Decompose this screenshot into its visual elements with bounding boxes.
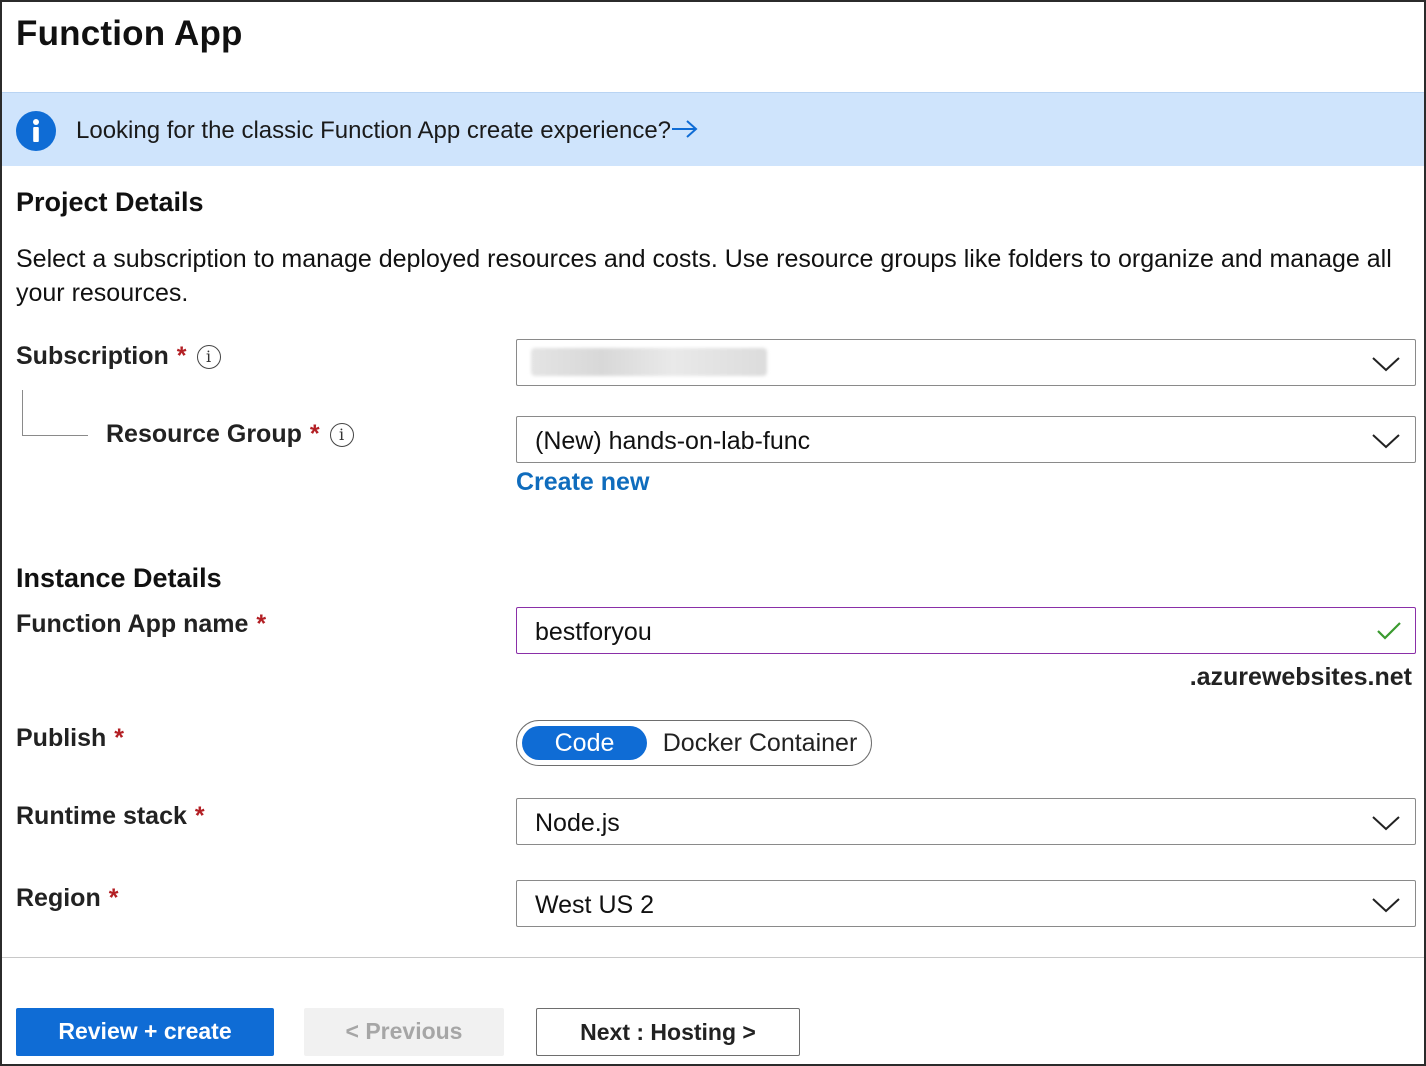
function-app-name-label: Function App name *	[16, 610, 266, 639]
function-app-name-input[interactable]: bestforyou	[516, 607, 1416, 654]
function-app-name-label-text: Function App name	[16, 610, 249, 638]
banner-text[interactable]: Looking for the classic Function App cre…	[76, 117, 671, 145]
info-icon	[16, 111, 56, 151]
footer-divider	[2, 957, 1424, 958]
runtime-stack-value: Node.js	[535, 809, 620, 837]
runtime-stack-label: Runtime stack *	[16, 802, 205, 831]
arrow-right-icon[interactable]	[670, 117, 700, 141]
redacted-subscription-value	[531, 348, 767, 376]
project-details-description: Select a subscription to manage deployed…	[16, 245, 1392, 307]
subscription-dropdown[interactable]	[516, 339, 1416, 386]
resource-group-value: (New) hands-on-lab-func	[535, 427, 811, 455]
publish-toggle[interactable]: Code Docker Container	[516, 720, 872, 766]
page-title: Function App	[16, 14, 243, 53]
function-app-create-panel: Function App Looking for the classic Fun…	[0, 0, 1426, 1066]
required-marker: *	[256, 610, 267, 638]
review-create-button[interactable]: Review + create	[16, 1008, 274, 1056]
checkmark-icon	[1375, 620, 1403, 642]
previous-button[interactable]: < Previous	[304, 1008, 504, 1056]
region-label-text: Region	[16, 884, 101, 912]
subscription-label: Subscription * i	[16, 342, 221, 371]
instance-details-heading: Instance Details	[16, 563, 222, 593]
chevron-down-icon	[1371, 354, 1401, 374]
info-tooltip-icon[interactable]: i	[196, 345, 221, 369]
region-label: Region *	[16, 884, 118, 913]
chevron-down-icon	[1371, 431, 1401, 451]
resource-group-label: Resource Group * i	[106, 420, 354, 449]
project-details-heading: Project Details	[16, 187, 204, 217]
domain-suffix: .azurewebsites.net	[1189, 663, 1412, 691]
publish-option-code[interactable]: Code	[522, 726, 647, 760]
region-value: West US 2	[535, 891, 655, 919]
required-marker: *	[114, 724, 125, 752]
function-app-name-value[interactable]: bestforyou	[535, 618, 652, 647]
required-marker: *	[176, 342, 187, 370]
subscription-label-text: Subscription	[16, 342, 169, 370]
chevron-down-icon	[1371, 813, 1401, 833]
required-marker: *	[309, 420, 320, 448]
runtime-stack-dropdown[interactable]: Node.js	[516, 798, 1416, 845]
required-marker: *	[194, 802, 205, 830]
hierarchy-connector	[22, 390, 88, 436]
resource-group-dropdown[interactable]: (New) hands-on-lab-func	[516, 416, 1416, 463]
region-dropdown[interactable]: West US 2	[516, 880, 1416, 927]
chevron-down-icon	[1371, 895, 1401, 915]
classic-experience-banner[interactable]: Looking for the classic Function App cre…	[2, 92, 1424, 166]
create-new-link[interactable]: Create new	[516, 468, 649, 497]
publish-label-text: Publish	[16, 724, 107, 752]
next-hosting-button[interactable]: Next : Hosting >	[536, 1008, 800, 1056]
publish-label: Publish *	[16, 724, 124, 753]
required-marker: *	[108, 884, 119, 912]
publish-option-docker-container[interactable]: Docker Container	[655, 726, 865, 760]
info-tooltip-icon[interactable]: i	[329, 423, 354, 447]
resource-group-label-text: Resource Group	[106, 420, 302, 448]
runtime-stack-label-text: Runtime stack	[16, 802, 187, 830]
